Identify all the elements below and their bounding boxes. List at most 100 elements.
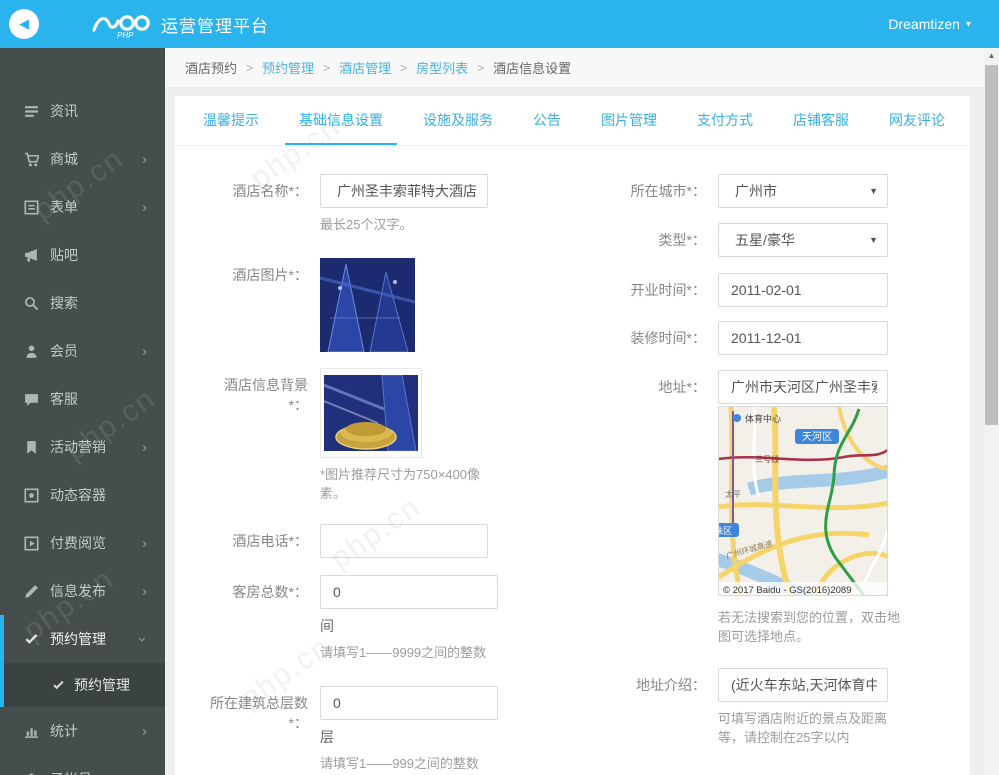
field-phone: 酒店电话*： xyxy=(185,524,575,558)
hotel-bg-hint: *图片推荐尺寸为750×400像素。 xyxy=(320,467,481,501)
sidebar-item-label: 统计 xyxy=(50,723,78,739)
sidebar-nav: 资讯 商城 › 表单 › 贴吧 搜索 会员 › 客服 活动营销 › 动态容器 付 xyxy=(0,48,165,775)
sidebar-item-mall[interactable]: 商城 › xyxy=(0,135,165,183)
sidebar-item-label: 子帐号 xyxy=(50,769,92,775)
top-header: ◀ PHP 运营管理平台 Dreamtizen ▾ xyxy=(0,0,999,48)
person-icon xyxy=(28,773,35,775)
scrollbar-up-button[interactable]: ▲ xyxy=(984,48,999,63)
sidebar-item-label: 信息发布 xyxy=(50,583,106,599)
hotel-bg-thumbnail[interactable] xyxy=(324,375,418,451)
renovation-date-input[interactable] xyxy=(718,321,888,355)
field-address-intro: 地址介绍： 可填写酒店附近的景点及距离等，请控制在25字以内 xyxy=(575,668,965,747)
breadcrumb-item[interactable]: 房型列表 xyxy=(416,58,468,77)
bookmark-icon xyxy=(27,440,36,454)
field-open-date: 开业时间*： xyxy=(575,273,965,307)
sidebar-item-news[interactable]: 资讯 xyxy=(0,87,165,135)
type-value: 五星/豪华 xyxy=(735,232,795,248)
sidebar-item-booking[interactable]: 预约管理 › xyxy=(4,615,165,663)
chevron-down-icon: › xyxy=(134,636,151,642)
breadcrumb-item[interactable]: 预约管理 xyxy=(262,58,314,77)
open-date-label: 开业时间*： xyxy=(630,282,706,298)
user-menu[interactable]: Dreamtizen ▾ xyxy=(888,0,971,48)
container-icon xyxy=(24,487,39,503)
megaphone-icon xyxy=(25,248,38,262)
chevron-right-icon: › xyxy=(142,722,147,740)
baidu-map[interactable]: 体育中心 天河区 三号线 太平 珠区 广州环城高速 © 2017 Baidu - xyxy=(718,406,888,596)
tab-basic-info[interactable]: 基础信息设置 xyxy=(285,96,397,145)
city-select[interactable]: 广州市 ▼ xyxy=(718,174,888,208)
phone-label: 酒店电话*： xyxy=(232,533,308,549)
sidebar-item-service[interactable]: 客服 xyxy=(0,375,165,423)
field-hotel-image: 酒店图片*： xyxy=(185,258,575,352)
content-panel: 温馨提示 基础信息设置 设施及服务 公告 图片管理 支付方式 店铺客服 网友评论… xyxy=(175,96,970,775)
tab-facilities[interactable]: 设施及服务 xyxy=(409,96,507,145)
tab-payment[interactable]: 支付方式 xyxy=(683,96,767,145)
sidebar-item-container[interactable]: 动态容器 xyxy=(0,471,165,519)
open-date-input[interactable] xyxy=(718,273,888,307)
field-renovation-date: 装修时间*： xyxy=(575,321,965,355)
address-intro-input[interactable] xyxy=(718,668,888,702)
breadcrumb: 酒店预约 > 预约管理 > 酒店管理 > 房型列表 > 酒店信息设置 xyxy=(165,48,984,88)
app-logo: PHP 运营管理平台 xyxy=(91,8,269,40)
scrollbar-thumb[interactable] xyxy=(985,65,998,425)
bar-chart-icon xyxy=(25,727,38,738)
rooms-hint: 请填写1——9999之间的整数 xyxy=(320,645,487,660)
address-intro-hint: 可填写酒店附近的景点及距离等，请控制在25字以内 xyxy=(718,711,888,745)
sidebar-item-label: 会员 xyxy=(50,343,78,359)
floors-input[interactable] xyxy=(320,686,498,720)
sidebar-item-paid-reading[interactable]: 付费阅览 › xyxy=(0,519,165,567)
rooms-label: 客房总数*： xyxy=(232,584,308,600)
back-button[interactable]: ◀ xyxy=(9,9,39,39)
sidebar-item-subaccount[interactable]: 子帐号 xyxy=(0,755,165,775)
sidebar-item-search[interactable]: 搜索 xyxy=(0,279,165,327)
user-caret-icon: ▾ xyxy=(965,18,971,30)
tab-warm-tips[interactable]: 温馨提示 xyxy=(189,96,273,145)
scroll-up-icon: ▲ xyxy=(987,51,996,60)
address-input[interactable] xyxy=(718,370,888,404)
sidebar-item-stats[interactable]: 统计 › xyxy=(0,707,165,755)
phone-input[interactable] xyxy=(320,524,488,558)
sidebar-item-publishing[interactable]: 信息发布 › xyxy=(0,567,165,615)
hotel-name-input[interactable] xyxy=(320,174,488,208)
address-intro-label: 地址介绍： xyxy=(636,677,706,693)
field-type: 类型*： 五星/豪华 ▼ xyxy=(575,223,965,257)
check-icon xyxy=(53,680,64,689)
breadcrumb-item[interactable]: 酒店管理 xyxy=(339,58,391,77)
tab-image-management[interactable]: 图片管理 xyxy=(587,96,671,145)
user-name: Dreamtizen xyxy=(888,16,960,32)
caret-down-icon: ▼ xyxy=(869,235,878,245)
map-label-left-badge: 珠区 xyxy=(719,525,732,536)
sidebar-item-marketing[interactable]: 活动营销 › xyxy=(0,423,165,471)
rooms-input[interactable] xyxy=(320,575,498,609)
pencil-icon xyxy=(25,584,38,598)
tabs-bar: 温馨提示 基础信息设置 设施及服务 公告 图片管理 支付方式 店铺客服 网友评论 xyxy=(175,96,970,146)
floors-hint: 请填写1——999之间的整数 xyxy=(320,756,479,771)
tab-announcement[interactable]: 公告 xyxy=(519,96,575,145)
sidebar-subitem-label: 预约管理 xyxy=(74,677,130,693)
sidebar-item-tieba[interactable]: 贴吧 xyxy=(0,231,165,279)
sidebar-active-group: 预约管理 › 预约管理 xyxy=(0,615,165,707)
breadcrumb-separator: > xyxy=(323,60,331,75)
hotel-name-hint: 最长25个汉字。 xyxy=(320,217,413,232)
hotel-info-form: 酒店名称*： 最长25个汉字。 酒店图片*： xyxy=(175,146,970,771)
page-scrollbar[interactable]: ▲ xyxy=(984,48,999,775)
hotel-photo-thumbnail[interactable] xyxy=(320,258,415,352)
sidebar-item-label: 贴吧 xyxy=(50,247,78,263)
sidebar-item-label: 商城 xyxy=(50,151,78,167)
sidebar-subitem-booking[interactable]: 预约管理 xyxy=(4,663,165,707)
sidebar-item-label: 预约管理 xyxy=(50,631,106,647)
field-rooms: 客房总数*： 间 请填写1——9999之间的整数 xyxy=(185,575,575,662)
sidebar-item-members[interactable]: 会员 › xyxy=(0,327,165,375)
app-title: 运营管理平台 xyxy=(161,16,269,36)
hotel-name-label: 酒店名称*： xyxy=(232,183,308,199)
tab-comments[interactable]: 网友评论 xyxy=(875,96,959,145)
breadcrumb-separator: > xyxy=(477,60,485,75)
type-select[interactable]: 五星/豪华 ▼ xyxy=(718,223,888,257)
tab-store-service[interactable]: 店铺客服 xyxy=(779,96,863,145)
chevron-right-icon: › xyxy=(142,342,147,360)
sidebar-item-forms[interactable]: 表单 › xyxy=(0,183,165,231)
sidebar-item-label: 搜索 xyxy=(50,295,78,311)
map-note: 若无法搜索到您的位置，双击地图可选择地点。 xyxy=(718,610,901,644)
chevron-right-icon: › xyxy=(142,198,147,216)
logo-caption: PHP xyxy=(117,31,134,40)
